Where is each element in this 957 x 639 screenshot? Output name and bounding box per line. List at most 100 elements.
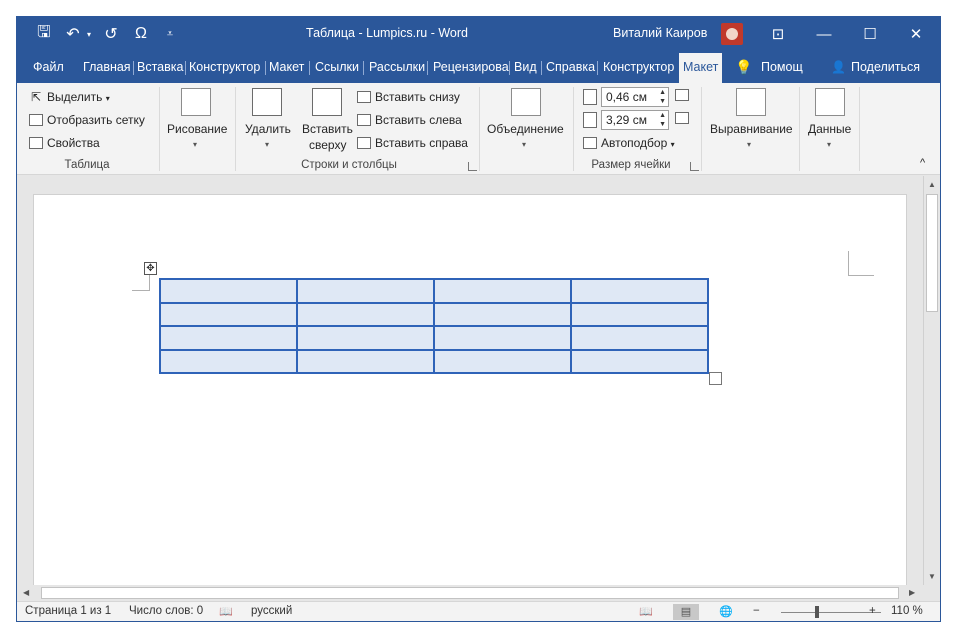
table-cell[interactable] [296,301,435,327]
data-icon[interactable] [815,88,845,116]
minimize-icon[interactable]: — [801,17,847,51]
table-cell[interactable] [296,278,435,304]
draw-button[interactable]: Рисование [167,122,227,136]
spin-down-icon[interactable]: ▼ [659,121,666,128]
vertical-scrollbar[interactable]: ▲ ▼ [923,176,940,585]
autofit-button[interactable]: Автоподбор ▾ [601,136,675,150]
insert-left-button[interactable]: Вставить слева [375,113,462,127]
tab-file[interactable]: Файл [33,51,64,83]
insert-above-label-2[interactable]: сверху [309,138,346,152]
table-cell[interactable] [433,278,572,304]
undo-icon[interactable]: ↶ [63,17,83,51]
zoom-in-icon[interactable]: + [869,605,876,617]
dialog-launcher-icon[interactable] [690,162,699,171]
tab-view[interactable]: Вид [514,51,537,83]
scroll-left-icon[interactable]: ◀ [23,588,29,597]
tab-layout[interactable]: Макет [269,51,304,83]
table-cell[interactable] [296,325,435,351]
spin-down-icon[interactable]: ▼ [659,98,666,105]
undo-dropdown-icon[interactable]: ▾ [83,17,95,51]
spin-up-icon[interactable]: ▲ [659,112,666,119]
table-cell[interactable] [159,301,298,327]
zoom-level[interactable]: 110 % [891,605,923,617]
tab-mailings[interactable]: Рассылки [369,51,425,83]
avatar[interactable] [721,23,743,45]
spin-arrows[interactable]: ▲ ▼ [659,88,666,106]
tell-me-search[interactable]: Помощ [761,51,803,83]
scroll-right-icon[interactable]: ▶ [909,588,915,597]
show-gridlines-button[interactable]: Отобразить сетку [47,113,145,127]
chevron-down-icon[interactable]: ▾ [827,140,831,149]
save-icon[interactable]: 🖫 [31,17,57,51]
delete-table-icon[interactable] [252,88,282,116]
table-cell[interactable] [570,348,709,374]
distribute-columns-icon[interactable] [675,112,689,124]
table[interactable] [159,278,709,374]
table-cell[interactable] [433,301,572,327]
tab-references[interactable]: Ссылки [315,51,359,83]
table-cell[interactable] [296,348,435,374]
row-height-input[interactable]: 0,46 см ▲ ▼ [601,87,669,107]
insert-above-icon[interactable] [312,88,342,116]
word-count[interactable]: Число слов: 0 [129,605,203,617]
tab-table-layout[interactable]: Макет [679,53,723,83]
delete-button[interactable]: Удалить [245,122,291,136]
table-cell[interactable] [570,325,709,351]
share-button[interactable]: Поделиться [851,51,920,83]
merge-button[interactable]: Объединение [487,122,564,136]
user-name[interactable]: Виталий Каиров [613,26,707,40]
ribbon-display-options-icon[interactable]: ⊡ [755,17,801,51]
horizontal-scrollbar[interactable]: ◀ ▶ [17,585,923,601]
zoom-slider[interactable] [781,612,881,613]
maximize-icon[interactable]: ☐ [847,17,893,51]
chevron-down-icon[interactable]: ▾ [747,140,751,149]
column-width-input[interactable]: 3,29 см ▲ ▼ [601,110,669,130]
horizontal-scroll-thumb[interactable] [41,587,899,599]
chevron-down-icon[interactable]: ▾ [265,140,269,149]
table-cell[interactable] [433,325,572,351]
tab-design[interactable]: Конструктор [189,51,260,83]
lightbulb-icon[interactable]: 💡 [735,51,752,83]
chevron-down-icon[interactable]: ▾ [193,140,197,149]
tab-insert[interactable]: Вставка [137,51,183,83]
vertical-scroll-thumb[interactable] [926,194,938,312]
scroll-down-icon[interactable]: ▼ [928,572,936,581]
table-cell[interactable] [570,278,709,304]
tab-review[interactable]: Рецензирова [433,51,509,83]
language-indicator[interactable]: русский [251,605,292,617]
share-person-icon[interactable]: 👤 [831,51,846,83]
merge-icon[interactable] [511,88,541,116]
print-layout-icon[interactable]: ▤ [673,604,699,620]
alignment-icon[interactable] [736,88,766,116]
dialog-launcher-icon[interactable] [468,162,477,171]
page-count[interactable]: Страница 1 из 1 [25,605,111,617]
read-mode-icon[interactable]: 📖 [633,604,659,620]
spin-up-icon[interactable]: ▲ [659,89,666,96]
table-move-handle-icon[interactable]: ✥ [144,262,157,275]
tab-help[interactable]: Справка [546,51,595,83]
table-cell[interactable] [159,325,298,351]
table-properties-button[interactable]: Свойства [47,136,100,150]
web-layout-icon[interactable]: 🌐 [713,604,739,620]
select-button[interactable]: Выделить ▾ [47,90,110,104]
table-cell[interactable] [433,348,572,374]
document-page[interactable]: ✥ [33,194,907,585]
insert-above-label-1[interactable]: Вставить [302,122,353,136]
table-cell[interactable] [159,348,298,374]
omega-icon[interactable]: Ω [129,17,153,51]
close-icon[interactable]: ✕ [893,17,939,51]
spin-arrows[interactable]: ▲ ▼ [659,111,666,129]
insert-below-button[interactable]: Вставить снизу [375,90,460,104]
table-cell[interactable] [570,301,709,327]
chevron-down-icon[interactable]: ▾ [522,140,526,149]
proofing-icon[interactable]: 📖 [219,605,233,618]
data-button[interactable]: Данные [808,122,851,136]
zoom-out-icon[interactable]: − [753,605,760,617]
table-resize-handle[interactable] [709,372,722,385]
alignment-button[interactable]: Выравнивание [710,122,793,136]
table-cell[interactable] [159,278,298,304]
insert-right-button[interactable]: Вставить справа [375,136,468,150]
customize-quick-access-icon[interactable]: ⩡ [161,17,179,51]
redo-icon[interactable]: ↺ [99,17,123,51]
scroll-up-icon[interactable]: ▲ [928,180,936,189]
